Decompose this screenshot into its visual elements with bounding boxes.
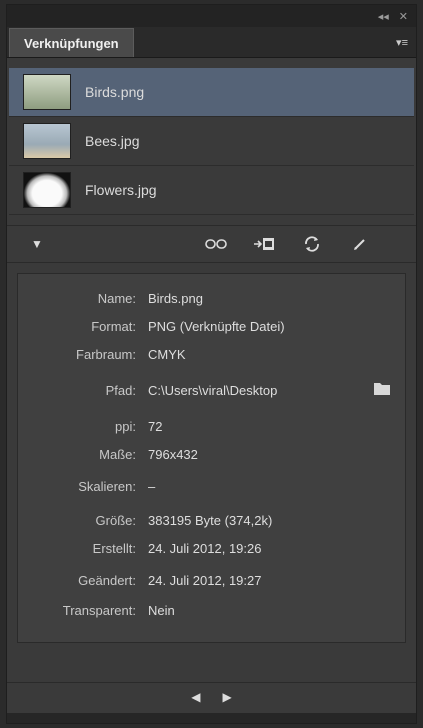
colorspace-label: Farbraum:	[76, 346, 136, 362]
info-row-size: Größe: 383195 Byte (374,2k)	[18, 510, 405, 530]
resize-grip[interactable]	[7, 713, 416, 723]
link-item-flowers[interactable]: Flowers.jpg	[9, 166, 414, 215]
format-label: Format:	[91, 318, 136, 334]
info-row-dimensions: Maße: 796x432	[18, 444, 405, 464]
name-value: Birds.png	[148, 290, 203, 306]
dimensions-label: Maße:	[99, 446, 136, 462]
info-row-name: Name: Birds.png	[18, 288, 405, 308]
folder-icon[interactable]	[373, 380, 391, 399]
path-label: Pfad:	[105, 382, 136, 398]
ppi-value: 72	[148, 418, 163, 434]
modified-label: Geändert:	[78, 572, 136, 588]
links-list: Birds.png Bees.jpg Flowers.jpg	[9, 68, 414, 215]
tab-bar: Verknüpfungen ▾≡	[7, 27, 416, 58]
link-item-birds[interactable]: Birds.png	[9, 68, 414, 117]
size-label: Größe:	[95, 512, 136, 528]
created-label: Erstellt:	[92, 540, 136, 556]
colorspace-value: CMYK	[148, 346, 186, 362]
name-label: Name:	[97, 290, 136, 306]
panel-titlebar: ◂◂ ✕	[7, 5, 416, 27]
disclosure-triangle-icon[interactable]: ▼	[31, 237, 43, 251]
next-link-icon[interactable]: ▶	[223, 690, 232, 704]
collapse-icon[interactable]: ◂◂	[378, 10, 389, 23]
path-value: C:\Users\viral\Desktop	[148, 382, 278, 398]
format-value: PNG (Verknüpfte Datei)	[148, 318, 285, 334]
ppi-label: ppi:	[115, 418, 136, 434]
info-row-format: Format: PNG (Verknüpfte Datei)	[18, 316, 405, 336]
link-info-panel: Name: Birds.png Format: PNG (Verknüpfte …	[17, 273, 406, 643]
info-row-path: Pfad: C:\Users\viral\Desktop	[18, 380, 405, 400]
tab-links[interactable]: Verknüpfungen	[9, 28, 134, 57]
info-row-scale: Skalieren: –	[18, 476, 405, 496]
scale-value: –	[148, 478, 156, 494]
panel-menu-icon[interactable]: ▾≡	[396, 36, 408, 49]
link-item-bees[interactable]: Bees.jpg	[9, 117, 414, 166]
links-panel: ◂◂ ✕ Verknüpfungen ▾≡ Birds.png Bees.jpg…	[6, 4, 417, 724]
transparent-label: Transparent:	[62, 602, 136, 618]
dimensions-value: 796x432	[148, 446, 198, 462]
size-value: 383195 Byte (374,2k)	[148, 512, 273, 528]
created-value: 24. Juli 2012, 19:26	[148, 540, 262, 556]
info-row-transparent: Transparent: Nein	[18, 600, 405, 620]
transparent-value: Nein	[148, 602, 175, 618]
thumbnail-image	[23, 74, 71, 110]
update-link-icon[interactable]	[299, 234, 325, 254]
link-name: Bees.jpg	[85, 133, 140, 149]
info-row-created: Erstellt: 24. Juli 2012, 19:26	[18, 538, 405, 558]
previous-link-icon[interactable]: ◀	[191, 690, 200, 704]
link-pager: ◀ ▶	[7, 682, 416, 711]
link-name: Birds.png	[85, 84, 145, 100]
goto-link-icon[interactable]	[251, 234, 277, 254]
modified-value: 24. Juli 2012, 19:27	[148, 572, 262, 588]
info-row-colorspace: Farbraum: CMYK	[18, 344, 405, 364]
scale-label: Skalieren:	[78, 478, 136, 494]
info-row-modified: Geändert: 24. Juli 2012, 19:27	[18, 570, 405, 590]
relink-icon[interactable]	[203, 234, 229, 254]
links-toolbar: ▼	[7, 225, 416, 263]
close-icon[interactable]: ✕	[399, 10, 408, 23]
thumbnail-image	[23, 172, 71, 208]
thumbnail-image	[23, 123, 71, 159]
info-row-ppi: ppi: 72	[18, 416, 405, 436]
link-name: Flowers.jpg	[85, 182, 157, 198]
edit-original-icon[interactable]	[347, 234, 373, 254]
